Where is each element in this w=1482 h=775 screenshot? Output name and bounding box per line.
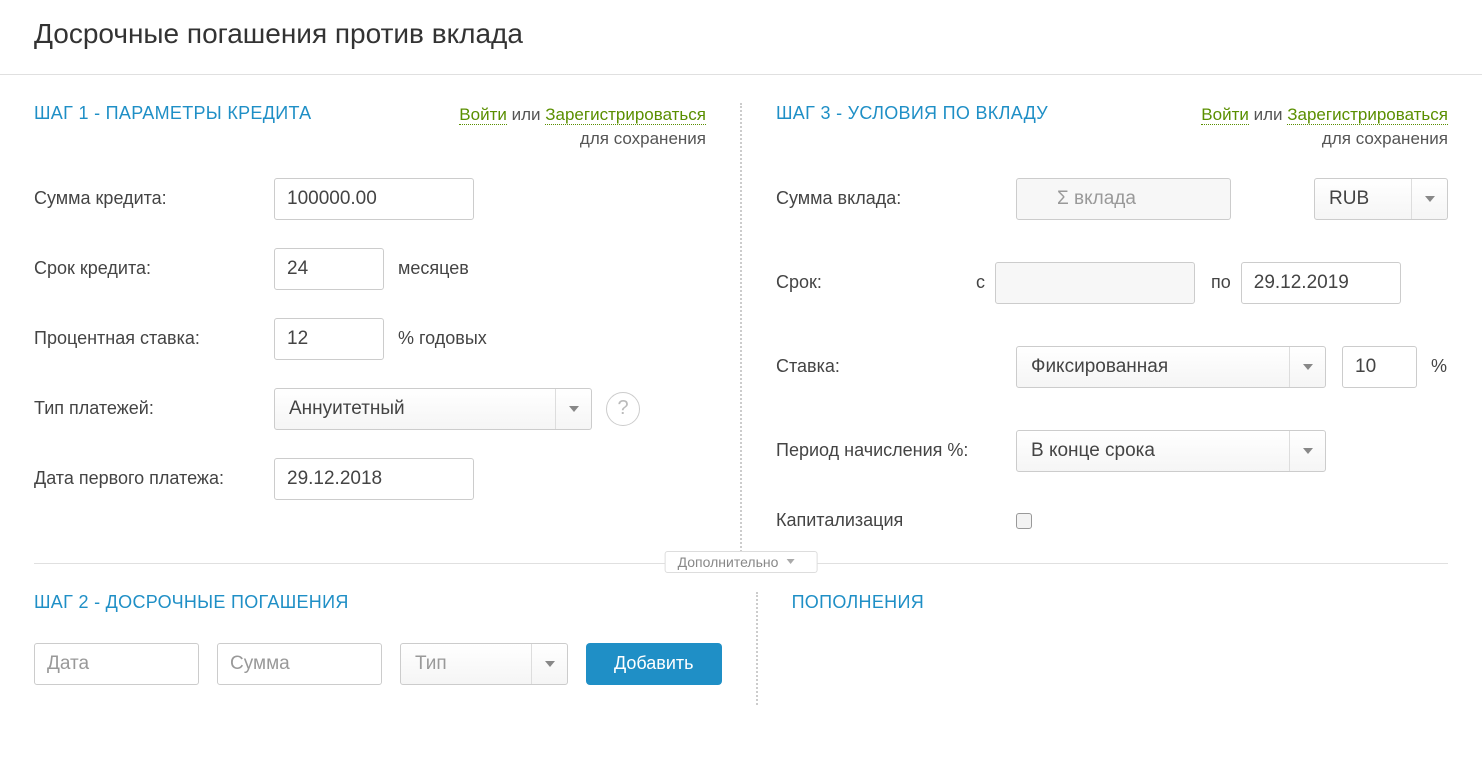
register-link[interactable]: Зарегистрироваться [545,105,706,125]
prepay-type-placeholder: Тип [415,653,447,675]
prepay-sum-input[interactable] [217,643,382,685]
prepay-type-select[interactable]: Тип [400,643,568,685]
for-save-text: для сохранения [580,129,706,148]
chevron-down-icon [531,644,567,684]
deposit-amount-label: Сумма вклада: [776,188,1016,209]
rate-type-value: Фиксированная [1031,356,1168,378]
loan-rate-input[interactable] [274,318,384,360]
loan-term-unit: месяцев [398,258,469,279]
loan-amount-input[interactable] [274,178,474,220]
interest-period-value: В конце срока [1031,440,1155,462]
currency-select[interactable]: RUB [1314,178,1448,220]
loan-rate-unit: % годовых [398,328,487,349]
step2-title: ШАГ 2 - ДОСРОЧНЫЕ ПОГАШЕНИЯ [34,592,349,613]
first-payment-label: Дата первого платежа: [34,468,274,489]
step2-panel: ШАГ 2 - ДОСРОЧНЫЕ ПОГАШЕНИЯ Тип Добавить [34,564,756,705]
interest-period-select[interactable]: В конце срока [1016,430,1326,472]
step3-title: ШАГ 3 - УСЛОВИЯ ПО ВКЛАДУ [776,103,1048,124]
login-link[interactable]: Войти [459,105,507,125]
step1-title: ШАГ 1 - ПАРАМЕТРЫ КРЕДИТА [34,103,311,124]
login-hint-left: Войти или Зарегистрироваться для сохране… [459,103,706,151]
chevron-down-icon [1411,179,1447,219]
to-label: по [1211,272,1231,293]
chevron-down-icon [1289,431,1325,471]
login-link[interactable]: Войти [1201,105,1249,125]
deposit-rate-input[interactable] [1342,346,1417,388]
prepay-date-input[interactable] [34,643,199,685]
step1-panel: ШАГ 1 - ПАРАМЕТРЫ КРЕДИТА Войти или Заре… [34,75,740,563]
loan-term-input[interactable] [274,248,384,290]
payment-type-value: Аннуитетный [289,398,405,420]
chevron-down-icon [555,389,591,429]
currency-value: RUB [1329,188,1369,210]
or-text: или [1254,105,1283,124]
deposit-rate-label: Ставка: [776,356,1016,377]
chevron-down-icon [1289,347,1325,387]
from-label: с [976,272,985,293]
capitalization-label: Капитализация [776,510,1016,531]
rate-type-select[interactable]: Фиксированная [1016,346,1326,388]
login-hint-right: Войти или Зарегистрироваться для сохране… [1201,103,1448,151]
loan-term-label: Срок кредита: [34,258,274,279]
register-link[interactable]: Зарегистрироваться [1287,105,1448,125]
for-save-text: для сохранения [1322,129,1448,148]
deposit-term-label: Срок: [776,272,976,293]
upper-columns: ШАГ 1 - ПАРАМЕТРЫ КРЕДИТА Войти или Заре… [0,75,1482,563]
loan-rate-label: Процентная ставка: [34,328,274,349]
step3-panel: ШАГ 3 - УСЛОВИЯ ПО ВКЛАДУ Войти или Заре… [742,75,1448,563]
deposit-amount-input[interactable] [1016,178,1231,220]
first-payment-input[interactable] [274,458,474,500]
replenishments-panel: ПОПОЛНЕНИЯ [758,564,1448,705]
deposit-to-input[interactable] [1241,262,1401,304]
capitalization-checkbox[interactable] [1016,513,1032,529]
add-button[interactable]: Добавить [586,643,722,685]
deposit-rate-unit: % [1431,356,1447,377]
interest-period-label: Период начисления %: [776,440,1016,461]
deposit-from-input[interactable] [995,262,1195,304]
help-icon[interactable]: ? [606,392,640,426]
lower-columns: ШАГ 2 - ДОСРОЧНЫЕ ПОГАШЕНИЯ Тип Добавить… [0,564,1482,705]
page-title: Досрочные погашения против вклада [0,0,1482,74]
or-text: или [512,105,541,124]
payment-type-select[interactable]: Аннуитетный [274,388,592,430]
loan-amount-label: Сумма кредита: [34,188,274,209]
payment-type-label: Тип платежей: [34,398,274,419]
replenishments-title: ПОПОЛНЕНИЯ [792,592,924,613]
